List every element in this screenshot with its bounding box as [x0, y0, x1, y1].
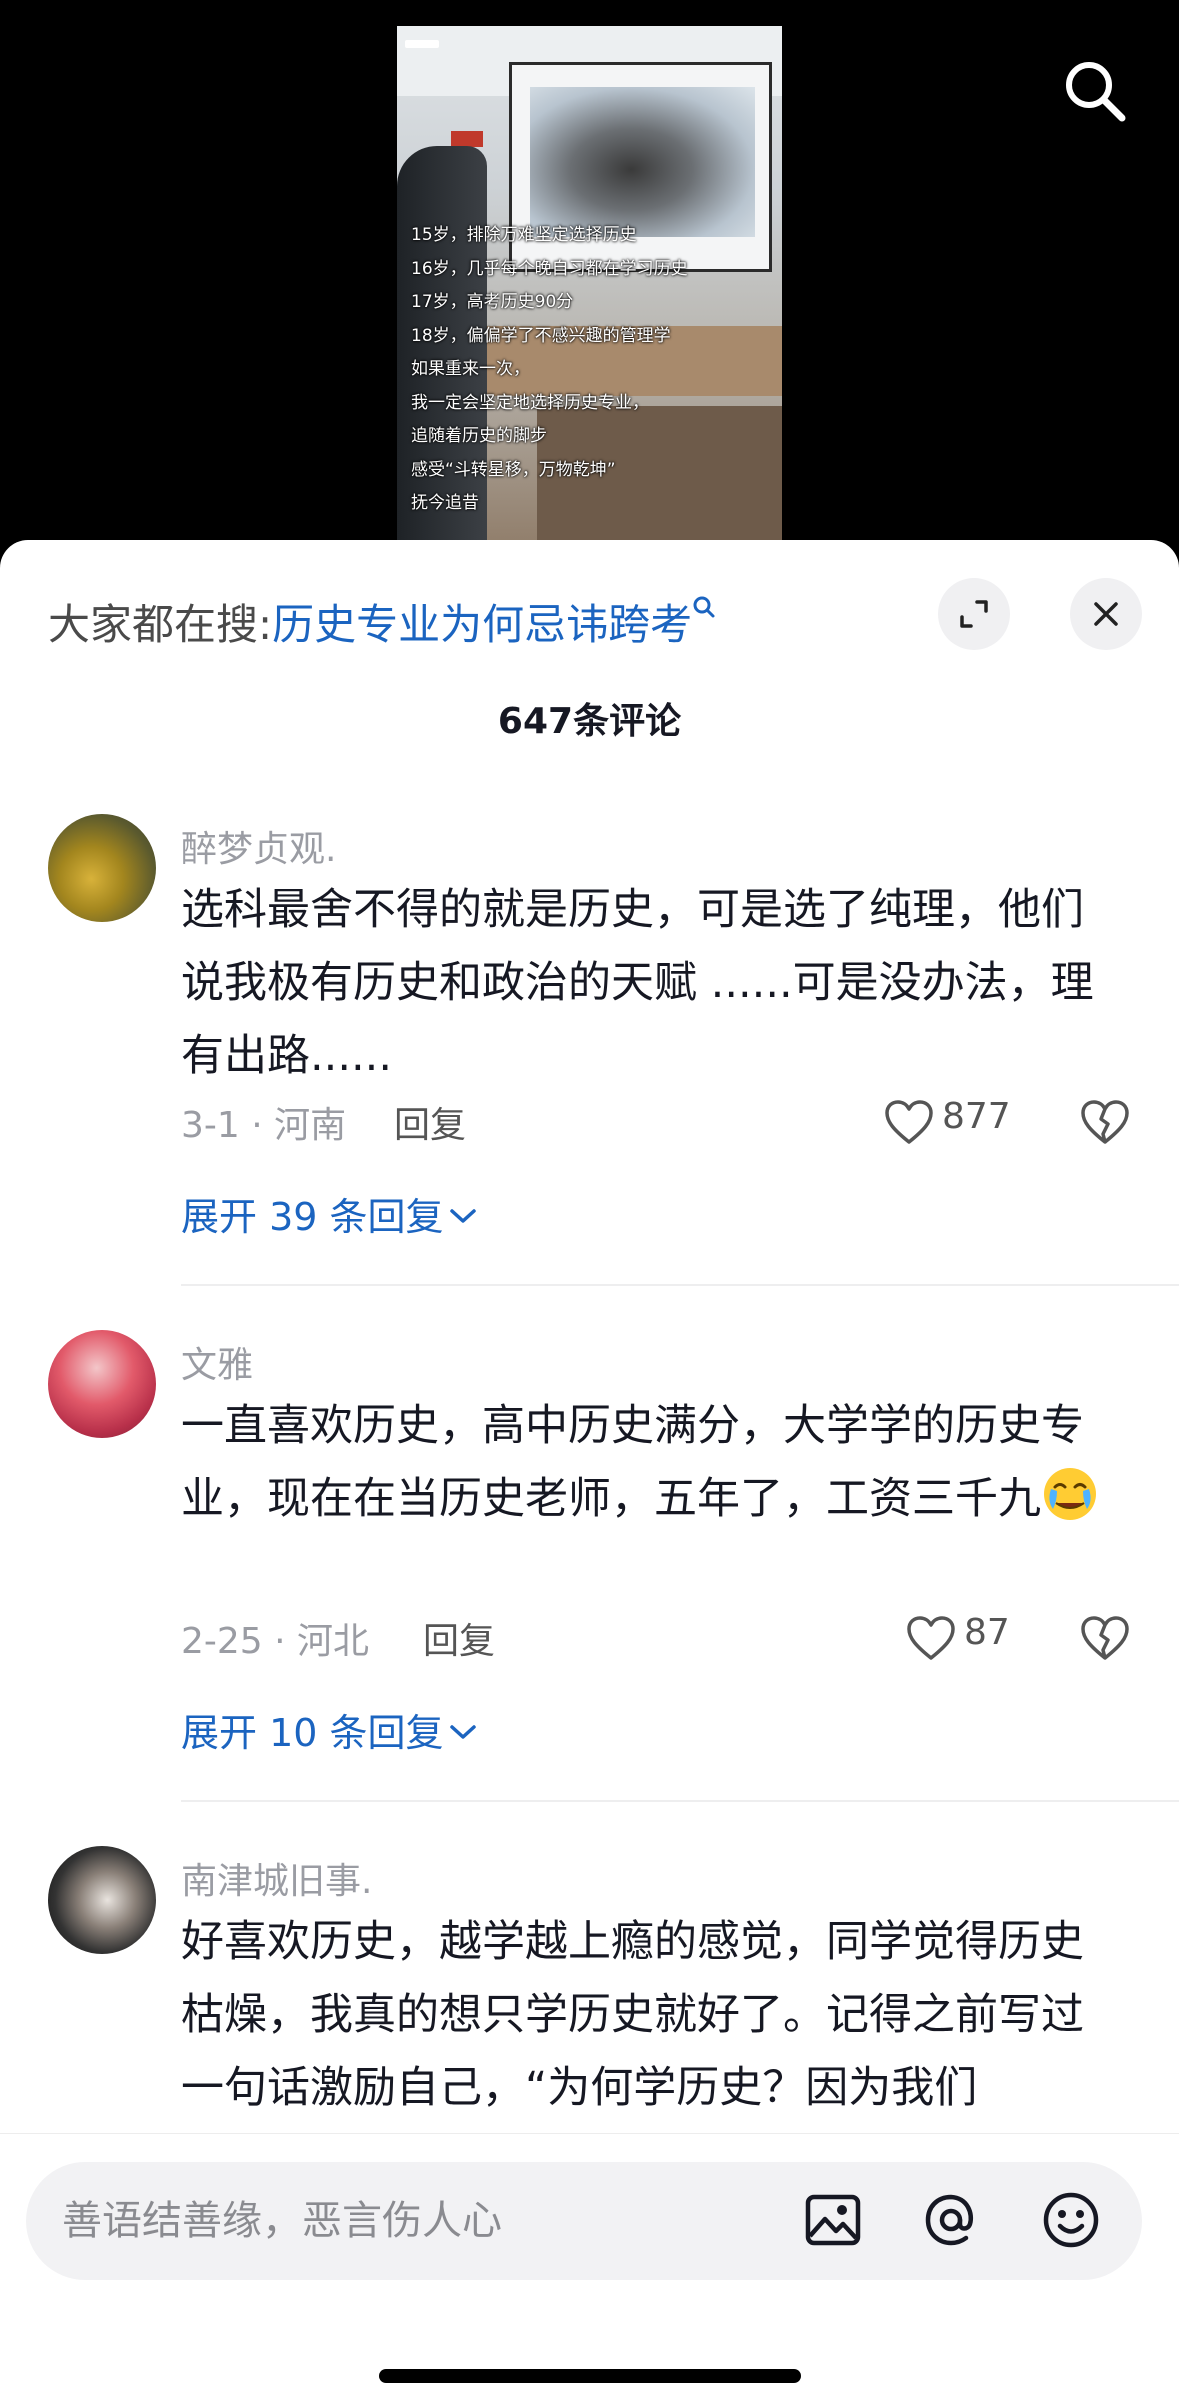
subtitle-line: 15岁，排除万难坚定选择历史	[411, 225, 637, 245]
close-sheet-button[interactable]	[1070, 578, 1142, 650]
subtitle-line: 抚今追昔	[411, 493, 479, 513]
subtitle-line: 18岁，偏偏学了不感兴趣的管理学	[411, 325, 671, 346]
comment-text: 选科最舍不得的就是历史，可是选了纯理，他们说我极有历史和政治的天赋 ......…	[181, 885, 1094, 1081]
reply-button[interactable]: 回复	[423, 1612, 495, 1664]
comment-text-body: 一直喜欢历史，高中历史满分，大学学的历史专业，现在在当历史老师，五年了，工资三千…	[181, 1401, 1084, 1524]
comment-username[interactable]: 文雅	[181, 1336, 253, 1388]
expand-icon	[960, 600, 988, 628]
heart-icon[interactable]	[906, 1615, 956, 1661]
hot-search-bar[interactable]: 大家都在搜:历史专业为何忌讳跨考	[48, 582, 716, 649]
expand-replies-label: 展开 10 条回复	[181, 1711, 444, 1755]
hot-search-keyword[interactable]: 历史专业为何忌讳跨考	[272, 600, 692, 649]
close-icon	[1094, 602, 1118, 626]
comment-item: 南津城旧事. 好喜欢历史，越学越上瘾的感觉，同学觉得历史枯燥，我真的想只学历史就…	[0, 1846, 1179, 2146]
video-frame[interactable]: 15岁，排除万难坚定选择历史 16岁，几乎每个晚自习都在学习历史 17岁，高考历…	[397, 26, 782, 560]
comment-username[interactable]: 醉梦贞观.	[181, 820, 336, 872]
comment-text: 一直喜欢历史，高中历史满分，大学学的历史专业，现在在当历史老师，五年了，工资三千…	[181, 1390, 1111, 1536]
comment-input-bar	[0, 2133, 1179, 2407]
subtitle-line: 如果重来一次，	[411, 359, 530, 379]
comment-sheet: 大家都在搜:历史专业为何忌讳跨考 647条评论 醉梦贞观. 选科最舍不得的就是历…	[0, 540, 1179, 2406]
broken-heart-icon[interactable]	[1080, 1099, 1130, 1145]
image-icon[interactable]	[801, 2188, 865, 2252]
comment-item: 文雅 一直喜欢历史，高中历史满分，大学学的历史专业，现在在当历史老师，五年了，工…	[0, 1330, 1179, 1755]
comment-text: 好喜欢历史，越学越上瘾的感觉，同学觉得历史枯燥，我真的想只学历史就好了。记得之前…	[181, 1917, 1084, 2113]
reply-button[interactable]: 回复	[394, 1096, 466, 1148]
video-ceiling-light	[405, 40, 439, 48]
subtitle-line: 追随着历史的脚步	[411, 426, 547, 446]
broken-heart-icon[interactable]	[1080, 1615, 1130, 1661]
like-count: 87	[964, 1612, 1010, 1653]
crying-face-emoji	[1044, 1468, 1096, 1520]
hot-search-prefix: 大家都在搜:	[48, 600, 273, 649]
expand-sheet-button[interactable]	[938, 578, 1010, 650]
comment-item: 醉梦贞观. 选科最舍不得的就是历史，可是选了纯理，他们说我极有历史和政治的天赋 …	[0, 814, 1179, 1239]
search-small-icon	[692, 594, 716, 629]
emoji-icon[interactable]	[1039, 2188, 1103, 2252]
subtitle-line: 感受“斗转星移，万物乾坤”	[411, 459, 616, 480]
chevron-down-icon	[449, 1725, 476, 1739]
comment-divider	[181, 1800, 1179, 1802]
comment-divider	[181, 1284, 1179, 1286]
expand-replies-link[interactable]: 展开 10 条回复	[181, 1702, 478, 1757]
search-icon	[1066, 62, 1126, 122]
comment-username[interactable]: 南津城旧事.	[181, 1852, 372, 1904]
expand-replies-label: 展开 39 条回复	[181, 1195, 444, 1239]
subtitle-line: 我一定会坚定地选择历史专业，	[411, 392, 649, 413]
expand-replies-link[interactable]: 展开 39 条回复	[181, 1186, 478, 1241]
video-projected-image	[530, 87, 755, 237]
avatar[interactable]	[48, 814, 156, 922]
heart-icon[interactable]	[884, 1099, 934, 1145]
subtitle-line: 16岁，几乎每个晚自习都在学习历史	[411, 258, 688, 279]
video-subtitles: 15岁，排除万难坚定选择历史 16岁，几乎每个晚自习都在学习历史 17岁，高考历…	[411, 219, 771, 521]
like-count: 877	[942, 1096, 1011, 1137]
comment-date-location: 3-1 · 河南	[181, 1105, 347, 1146]
comment-input[interactable]	[62, 2162, 702, 2280]
subtitle-line: 17岁，高考历史90分	[411, 292, 574, 312]
avatar[interactable]	[48, 1330, 156, 1438]
comment-count: 647条评论	[497, 701, 682, 742]
home-indicator[interactable]	[379, 2369, 801, 2383]
search-button[interactable]	[1062, 58, 1128, 124]
video-player[interactable]: 15岁，排除万难坚定选择历史 16岁，几乎每个晚自习都在学习历史 17岁，高考历…	[0, 0, 1179, 560]
video-exit-sign	[451, 131, 483, 147]
comment-date-location: 2-25 · 河北	[181, 1621, 370, 1662]
avatar[interactable]	[48, 1846, 156, 1954]
comment-input-container[interactable]	[26, 2162, 1142, 2280]
chevron-down-icon	[449, 1209, 476, 1223]
mention-icon[interactable]	[919, 2188, 983, 2252]
